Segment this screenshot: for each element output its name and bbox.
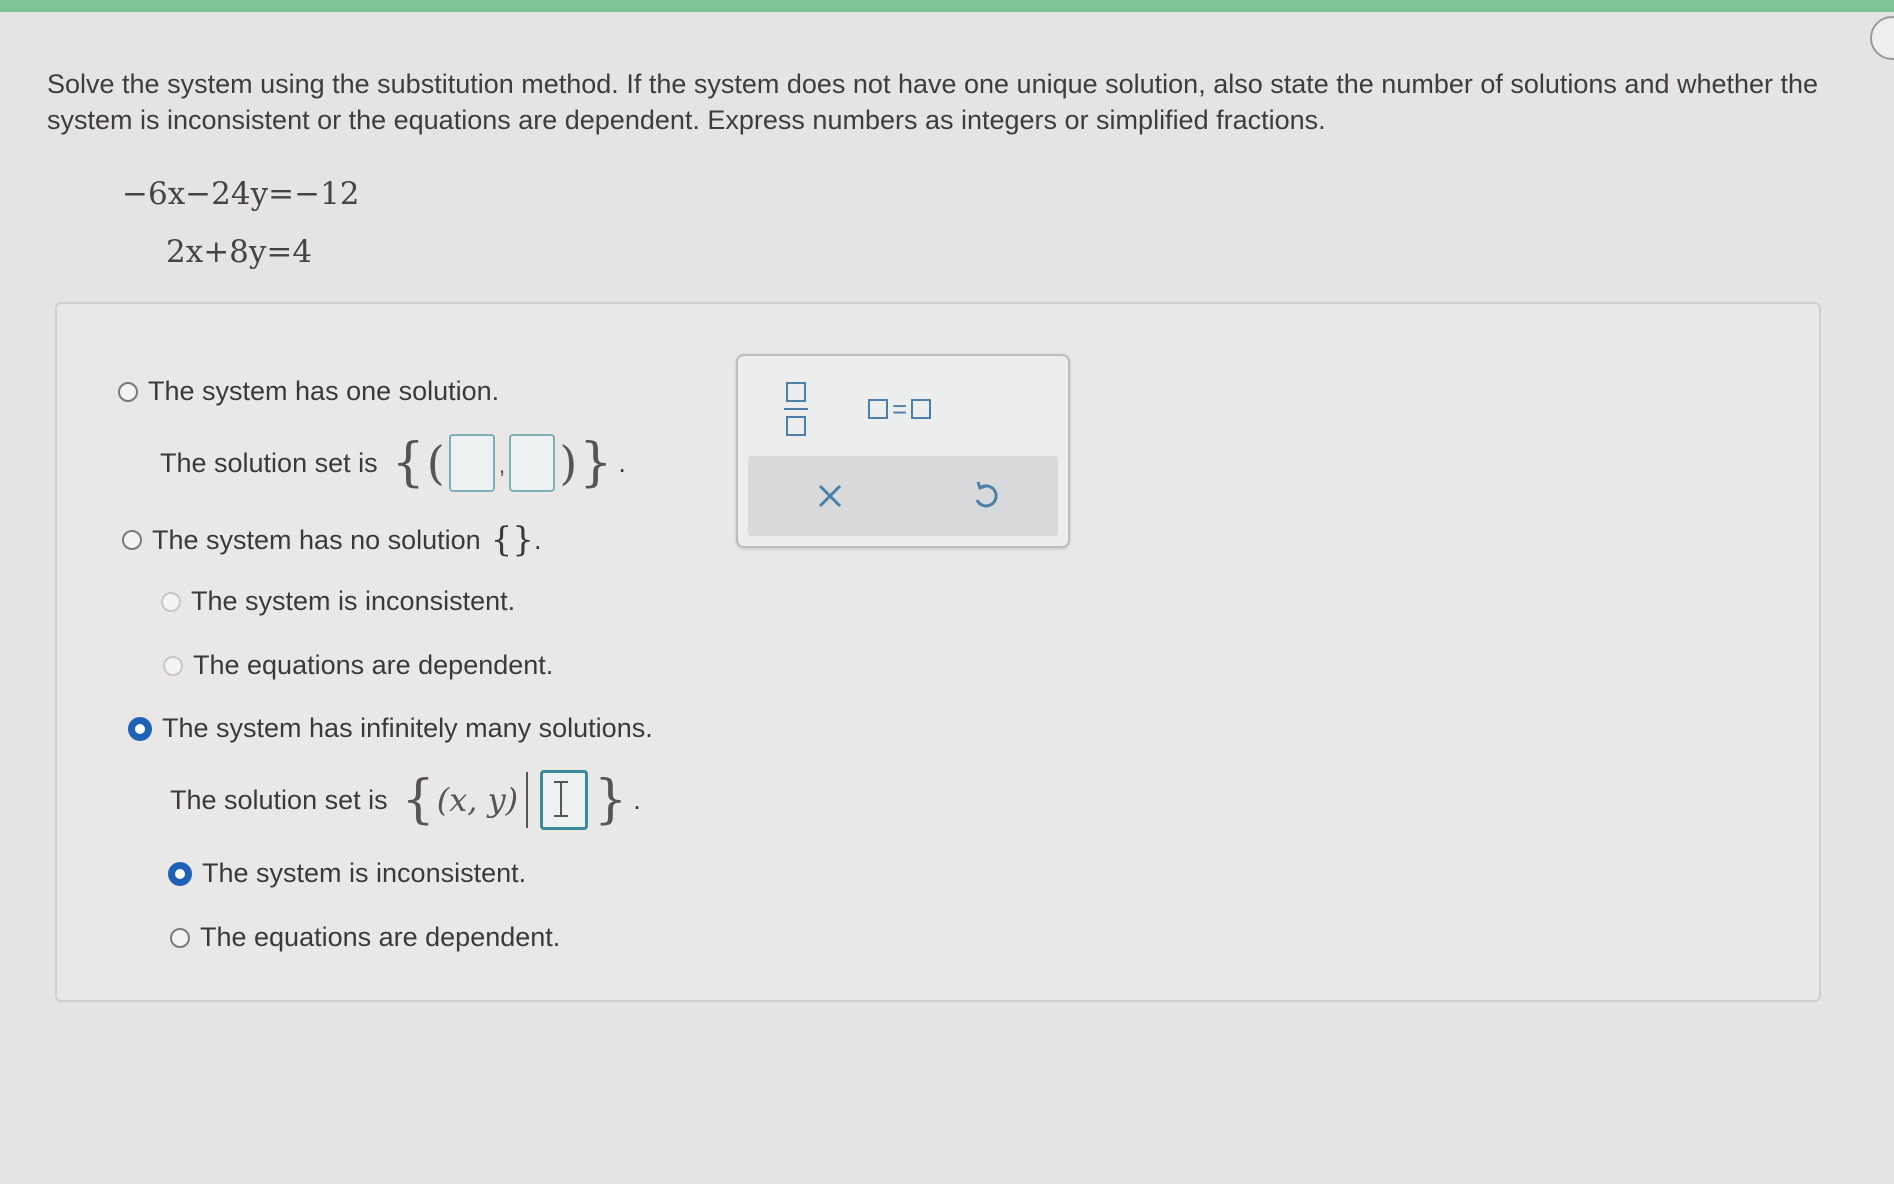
undo-icon	[975, 481, 998, 508]
close-icon	[818, 484, 842, 508]
option-no-solution-label: The system has no solution	[152, 524, 481, 555]
right-paren: )	[559, 436, 578, 490]
infinite-inconsistent-label: The system is inconsistent.	[202, 858, 527, 888]
left-paren: (	[426, 436, 445, 490]
infinite-inconsistent[interactable]: The system is inconsistent.	[168, 858, 526, 889]
comma: ,	[498, 452, 506, 479]
clear-button[interactable]	[810, 476, 850, 516]
no-solution-inconsistent-label: The system is inconsistent.	[191, 586, 516, 616]
equation-2: 2x+8y=4	[166, 234, 313, 270]
option-no-solution-period: .	[533, 524, 542, 555]
empty-set: {}	[490, 520, 534, 560]
fraction-bar-icon	[784, 408, 808, 410]
numerator-box-icon	[786, 382, 806, 402]
left-brace: {	[391, 433, 425, 493]
radio-one-solution[interactable]	[118, 381, 138, 402]
infinite-solution-set: The solution set is { (x, y) } .	[170, 770, 641, 830]
palette-actions	[748, 456, 1058, 536]
left-brace: {	[401, 770, 435, 830]
solution-set-label: The solution set is	[160, 447, 378, 478]
set-builder-variables: (x, y)	[436, 781, 519, 819]
equation-1: −6x−24y=−12	[122, 176, 360, 212]
solution-set-label: The solution set is	[170, 784, 388, 815]
x-value-input[interactable]	[448, 434, 495, 492]
radio-infinite-solutions[interactable]	[128, 716, 152, 741]
period: .	[618, 447, 626, 478]
option-no-solution[interactable]: The system has no solution {} .	[122, 520, 541, 560]
option-one-solution[interactable]: The system has one solution.	[118, 376, 499, 407]
right-box-icon	[911, 399, 932, 419]
question-text: Solve the system using the substitution …	[47, 69, 1819, 135]
option-one-solution-label: The system has one solution.	[148, 376, 500, 406]
infinite-dependent[interactable]: The equations are dependent.	[170, 922, 560, 953]
right-brace: }	[594, 770, 628, 830]
left-box-icon	[868, 399, 888, 419]
radio-no-solution-dependent[interactable]	[163, 655, 183, 676]
right-brace: }	[579, 433, 613, 493]
no-solution-dependent[interactable]: The equations are dependent.	[163, 650, 553, 681]
radio-no-solution[interactable]	[122, 530, 142, 550]
radio-infinite-inconsistent[interactable]	[168, 861, 192, 886]
equation-template-button[interactable]: =	[868, 394, 932, 424]
such-that-bar	[526, 772, 529, 828]
option-infinite-label: The system has infinitely many solutions…	[162, 713, 653, 743]
radio-no-solution-inconsistent[interactable]	[161, 591, 181, 612]
help-button[interactable]	[1870, 16, 1894, 60]
option-infinite-solutions[interactable]: The system has infinitely many solutions…	[128, 713, 653, 744]
no-solution-inconsistent[interactable]: The system is inconsistent.	[161, 586, 515, 617]
no-solution-dependent-label: The equations are dependent.	[193, 650, 554, 680]
infinite-dependent-label: The equations are dependent.	[200, 922, 561, 952]
y-value-input[interactable]	[509, 434, 556, 492]
period: .	[633, 784, 641, 815]
top-progress-bar	[0, 0, 1894, 12]
equals-sign: =	[892, 394, 908, 424]
denominator-box-icon	[786, 416, 806, 436]
one-solution-set: The solution set is { ( , ) } .	[160, 434, 626, 492]
undo-button[interactable]	[966, 476, 1006, 516]
condition-input[interactable]	[540, 770, 589, 830]
radio-infinite-dependent[interactable]	[170, 927, 190, 948]
text-cursor	[554, 781, 569, 817]
fraction-template-button[interactable]	[784, 382, 808, 438]
math-palette: =	[736, 354, 1070, 548]
